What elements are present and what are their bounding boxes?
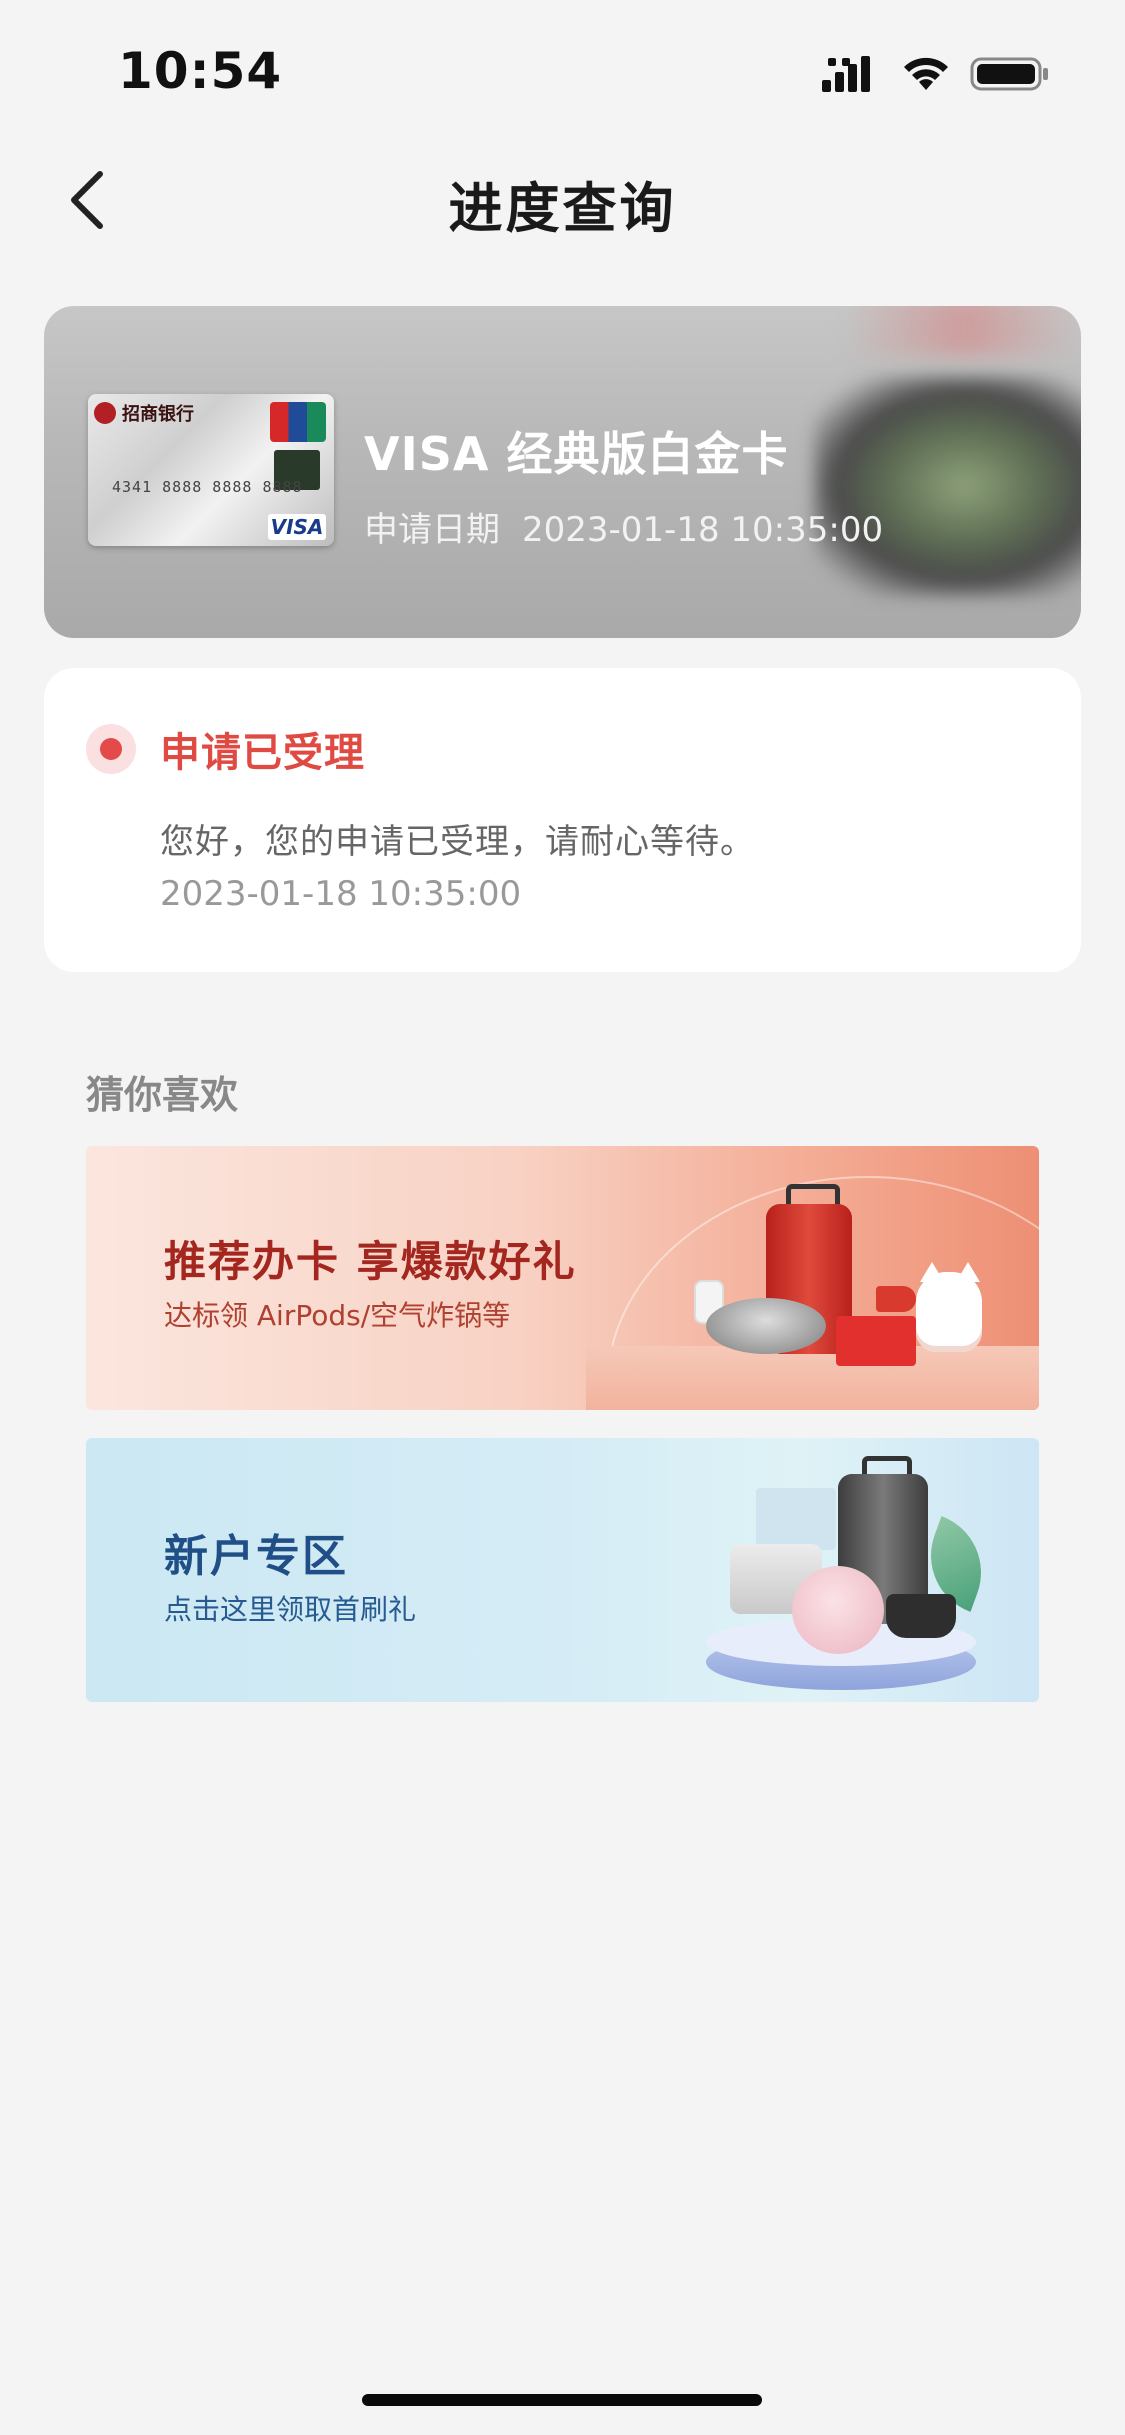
card-bank-name: 招商银行: [122, 404, 194, 425]
apply-date-label: 申请日期: [364, 510, 500, 550]
status-bar: 10:54: [0, 0, 1125, 140]
status-dot-icon: [86, 724, 136, 774]
signal-icon: [822, 56, 870, 92]
decor-floor: [586, 1346, 1039, 1410]
apply-date-value: 2023-01-18 10:35:00: [522, 510, 884, 550]
bank-logo-icon: [94, 402, 116, 424]
application-status-card: 申请已受理 您好，您的申请已受理，请耐心等待。 2023-01-18 10:35…: [44, 668, 1081, 972]
promo-banner-referral[interactable]: 推荐办卡 享爆款好礼 达标领 AirPods/空气炸锅等: [86, 1146, 1039, 1410]
card-summary: 招商银行 4341 8888 8888 8888 VISA VISA 经典版白金…: [44, 306, 1081, 638]
page-title: 进度查询: [448, 177, 677, 240]
recommend-title: 猜你喜欢: [86, 1073, 239, 1117]
gift-box-icon: [756, 1488, 836, 1550]
mascot-cat-icon: [916, 1272, 982, 1352]
pan-icon: [706, 1298, 826, 1354]
wifi-icon: [904, 57, 948, 90]
apply-date-row: 申请日期 2023-01-18 10:35:00: [364, 502, 883, 551]
battery-icon: [970, 57, 1048, 91]
status-time: 2023-01-18 10:35:00: [160, 874, 522, 914]
handbag-icon: [792, 1566, 884, 1654]
banner-title: 推荐办卡 享爆款好礼: [164, 1237, 577, 1286]
background-blur: [844, 306, 1081, 356]
pot-icon: [886, 1594, 956, 1638]
visa-logo: VISA: [268, 514, 326, 540]
banner-subtitle: 点击这里领取首刷礼: [164, 1593, 417, 1626]
card-number: 4341 8888 8888 8888: [112, 478, 303, 496]
status-title: 申请已受理: [160, 730, 365, 776]
banner-title: 新户专区: [164, 1531, 348, 1582]
background-blur: [814, 376, 1081, 596]
status-message: 您好，您的申请已受理，请耐心等待。: [160, 822, 755, 862]
home-indicator[interactable]: [362, 2394, 762, 2406]
card-name: VISA 经典版白金卡: [364, 427, 789, 481]
card-image: 招商银行 4341 8888 8888 8888 VISA: [88, 394, 334, 546]
status-time: 10:54: [118, 42, 283, 100]
promo-banner-new-user[interactable]: 新户专区 点击这里领取首刷礼: [86, 1438, 1039, 1702]
banner-subtitle: 达标领 AirPods/空气炸锅等: [164, 1299, 511, 1332]
megaphone-icon: [876, 1286, 916, 1312]
unionpay-logo-icon: [270, 402, 326, 442]
red-envelope-icon: [836, 1316, 916, 1366]
